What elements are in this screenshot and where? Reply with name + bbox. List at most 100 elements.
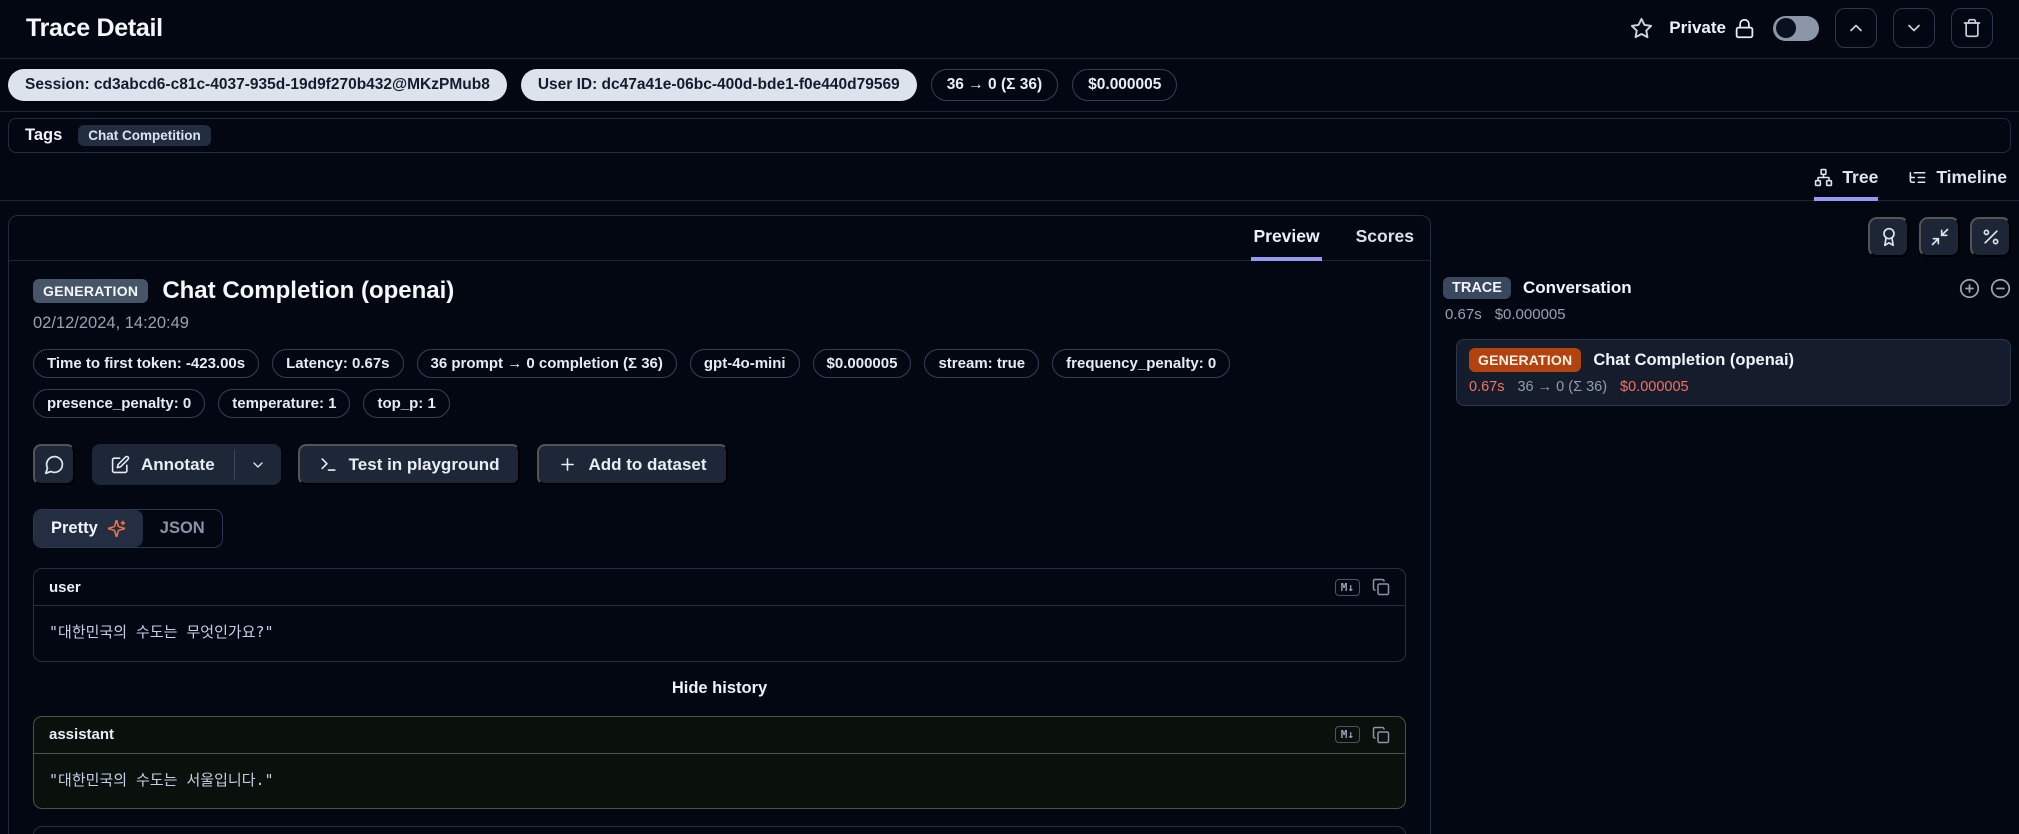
comment-icon <box>44 454 65 475</box>
delete-trace-button[interactable] <box>1951 8 1993 48</box>
generation-metrics: 0.67s 36 → 0 (Σ 36) $0.000005 <box>1469 379 1998 395</box>
tag-chip[interactable]: Chat Competition <box>78 125 211 146</box>
privacy-label-group: Private <box>1669 18 1755 39</box>
generation-cost: $0.000005 <box>1620 379 1689 395</box>
tab-scores[interactable]: Scores <box>1354 224 1416 261</box>
trace-badges-row: Session: cd3abcd6-c81c-4037-935d-19d9f27… <box>0 59 2019 112</box>
generation-type-badge: GENERATION <box>1469 348 1582 372</box>
generation-latency: 0.67s <box>1469 379 1505 395</box>
user-id-badge[interactable]: User ID: dc47a41e-06bc-400d-bde1-f0e440d… <box>520 69 917 101</box>
observation-tabs: Preview Scores <box>9 216 1430 261</box>
generation-token-usage: 36 → 0 (Σ 36) <box>1517 379 1608 395</box>
trace-name: Conversation <box>1522 278 1632 297</box>
trash-icon <box>1962 18 1982 38</box>
test-in-playground-label: Test in playground <box>348 454 500 474</box>
observation-header: GENERATION Chat Completion (openai) <box>33 277 1406 305</box>
message-role: assistant <box>49 726 115 743</box>
trace-tree-sidebar: TRACE Conversation 0.67s $0.000005 GENER… <box>1443 215 2011 406</box>
pill-token-usage: 36 prompt → 0 completion (Σ 36) <box>416 349 677 378</box>
chevron-down-icon <box>250 457 266 473</box>
plus-icon <box>558 455 577 474</box>
copy-icon[interactable] <box>1372 578 1390 596</box>
session-badge[interactable]: Session: cd3abcd6-c81c-4037-935d-19d9f27… <box>8 69 507 101</box>
messages-list: user M↓ "대한민국의 수도는 무엇인가요?" Hide history … <box>33 568 1406 834</box>
pill-temperature: temperature: 1 <box>218 389 351 418</box>
observation-type-badge: GENERATION <box>33 279 149 303</box>
collapse-all-icon[interactable] <box>1990 278 2011 299</box>
toggle-scores-button[interactable] <box>1868 217 1909 257</box>
generation-node-header: GENERATION Chat Completion (openai) <box>1469 348 1998 372</box>
annotate-split-button: Annotate <box>92 444 281 485</box>
format-toggle: Pretty JSON <box>33 509 223 548</box>
tags-label: Tags <box>25 126 63 144</box>
minimize-icon <box>1930 227 1950 247</box>
tab-tree[interactable]: Tree <box>1814 167 1879 201</box>
privacy-label: Private <box>1669 18 1726 37</box>
cost-badge: $0.000005 <box>1072 69 1178 101</box>
action-buttons-row: Annotate Test in playground Add to datas… <box>33 444 1406 485</box>
terminal-icon <box>319 455 338 474</box>
markdown-icon[interactable]: M↓ <box>1334 726 1360 743</box>
copy-icon[interactable] <box>1372 726 1390 744</box>
chevron-down-icon <box>1904 18 1924 38</box>
message-card-user-1: user M↓ "대한민국의 수도는 무엇인가요?" <box>33 568 1406 662</box>
message-content: "대한민국의 수도는 무엇인가요?" <box>49 623 274 641</box>
message-tools: M↓ <box>1334 578 1390 596</box>
star-icon[interactable] <box>1630 17 1653 40</box>
annotate-button[interactable]: Annotate <box>92 444 234 485</box>
message-role: user <box>49 578 81 596</box>
content: Preview Scores GENERATION Chat Completio… <box>0 215 2019 834</box>
pill-model[interactable]: gpt-4o-mini <box>689 349 800 378</box>
topbar-actions: Private <box>1630 8 1993 48</box>
message-card-assistant: assistant M↓ "대한민국의 수도는 서울입니다." <box>33 715 1406 809</box>
tree-toolbar <box>1443 217 2011 257</box>
previous-trace-button[interactable] <box>1835 8 1877 48</box>
trace-node[interactable]: TRACE Conversation <box>1443 277 2011 299</box>
message-content: "대한민국의 수도는 서울입니다." <box>49 770 274 789</box>
markdown-icon[interactable]: M↓ <box>1334 578 1360 596</box>
tree-icon <box>1814 168 1833 187</box>
message-header: user M↓ <box>34 569 1405 606</box>
lock-icon <box>1734 18 1755 39</box>
view-tabs: Tree Timeline <box>0 157 2019 201</box>
comments-button[interactable] <box>33 444 75 485</box>
generation-node-selected[interactable]: GENERATION Chat Completion (openai) 0.67… <box>1456 339 2011 406</box>
hide-history-button[interactable]: Hide history <box>33 679 1406 698</box>
trace-metrics: 0.67s $0.000005 <box>1445 306 2011 323</box>
next-trace-button[interactable] <box>1893 8 1935 48</box>
generation-name: Chat Completion (openai) <box>1593 350 1795 369</box>
observation-title: Chat Completion (openai) <box>162 277 455 304</box>
expand-all-icon[interactable] <box>1959 278 1980 299</box>
collapse-tree-button[interactable] <box>1919 217 1960 257</box>
annotate-dropdown-button[interactable] <box>235 444 281 485</box>
format-pretty-button[interactable]: Pretty <box>34 510 143 547</box>
add-to-dataset-label: Add to dataset <box>588 454 707 474</box>
tags-box[interactable]: Tags Chat Competition <box>8 118 2011 153</box>
format-json-button[interactable]: JSON <box>143 510 222 547</box>
pill-presence-penalty: presence_penalty: 0 <box>33 389 206 418</box>
page-title: Trace Detail <box>26 13 163 42</box>
annotate-label: Annotate <box>141 454 215 474</box>
message-card-user-2: user M↓ "감사합니다 " <box>33 826 1406 834</box>
sparkles-icon <box>107 519 126 538</box>
message-header: assistant M↓ <box>34 717 1405 754</box>
tab-timeline[interactable]: Timeline <box>1908 167 2007 201</box>
observation-timestamp: 02/12/2024, 14:20:49 <box>33 314 189 332</box>
tab-preview[interactable]: Preview <box>1251 224 1322 261</box>
pill-latency: Latency: 0.67s <box>272 349 404 378</box>
public-private-toggle[interactable] <box>1773 15 1819 41</box>
percent-icon <box>1981 227 2001 247</box>
toggle-knob <box>1776 18 1796 38</box>
toggle-metrics-button[interactable] <box>1970 217 2011 257</box>
award-icon <box>1879 227 1899 247</box>
test-in-playground-button[interactable]: Test in playground <box>297 444 521 485</box>
format-pretty-label: Pretty <box>51 519 98 537</box>
metric-pills: Time to first token: -423.00s Latency: 0… <box>33 349 1406 418</box>
observation-panel: Preview Scores GENERATION Chat Completio… <box>8 215 1431 834</box>
pill-cost: $0.000005 <box>812 349 912 378</box>
topbar: Trace Detail Private <box>0 0 2019 59</box>
add-to-dataset-button[interactable]: Add to dataset <box>537 444 728 485</box>
pill-frequency-penalty: frequency_penalty: 0 <box>1052 349 1231 378</box>
token-usage-badge: 36 → 0 (Σ 36) <box>930 69 1059 101</box>
pill-time-to-first-token: Time to first token: -423.00s <box>33 349 260 378</box>
